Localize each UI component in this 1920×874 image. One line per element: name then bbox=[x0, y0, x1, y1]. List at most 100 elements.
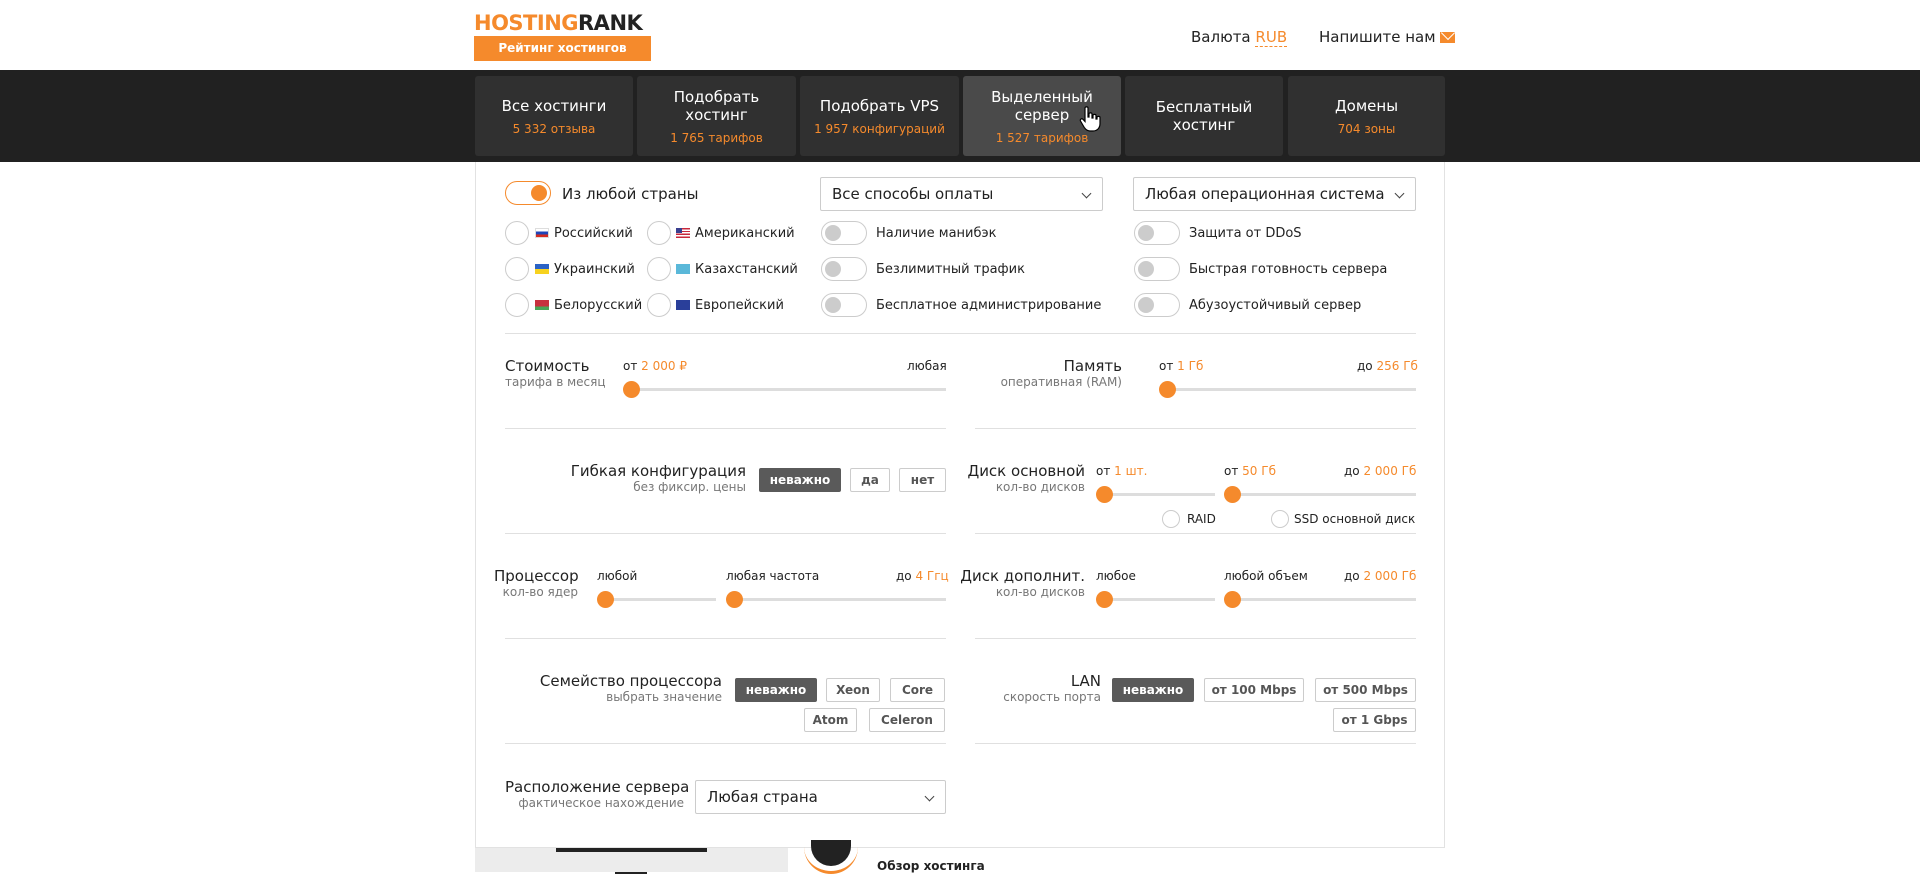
unlimited-traffic-toggle[interactable] bbox=[821, 257, 867, 281]
filter-panel: Из любой страны Все способы оплаты Любая… bbox=[475, 162, 1445, 848]
cpu-family-core[interactable]: Core bbox=[890, 678, 945, 702]
disk-main-size-thumb[interactable] bbox=[1224, 486, 1241, 503]
logo-tagline: Рейтинг хостингов bbox=[474, 36, 651, 61]
country-radio-kz[interactable] bbox=[647, 257, 671, 281]
country-label-kz: Казахстанский bbox=[676, 262, 798, 277]
review-link[interactable]: Обзор хостинга bbox=[877, 859, 985, 873]
country-radio-by[interactable] bbox=[505, 293, 529, 317]
cpu-to-text: до 4 Ггц bbox=[896, 569, 949, 583]
payment-method-select[interactable]: Все способы оплаты bbox=[820, 177, 1103, 211]
flex-option-any[interactable]: неважно bbox=[759, 468, 841, 492]
payment-method-value: Все способы оплаты bbox=[832, 185, 994, 203]
cpu-family-title: Семейство процессора bbox=[539, 672, 722, 690]
ssd-main-radio[interactable] bbox=[1271, 510, 1289, 528]
moneyback-toggle[interactable] bbox=[821, 221, 867, 245]
free-admin-label: Бесплатное администрирование bbox=[876, 298, 1102, 313]
location-select[interactable]: Любая страна bbox=[695, 780, 946, 814]
abuse-resistant-label: Абузоустойчивый сервер bbox=[1189, 298, 1362, 313]
tab-domains[interactable]: Домены 704 зоны bbox=[1288, 76, 1445, 156]
tab-pick-vps[interactable]: Подобрать VPS 1 957 конфигураций bbox=[800, 76, 959, 156]
tab-all-hostings[interactable]: Все хостинги 5 332 отзыва bbox=[475, 76, 633, 156]
disk-extra-size-track[interactable] bbox=[1232, 598, 1416, 601]
unlimited-traffic-label: Безлимитный трафик bbox=[876, 262, 1025, 277]
cpu-family-celeron[interactable]: Celeron bbox=[869, 708, 945, 732]
abuse-resistant-toggle[interactable] bbox=[1134, 293, 1180, 317]
country-radio-us[interactable] bbox=[647, 221, 671, 245]
country-label-us: Американский bbox=[676, 226, 795, 241]
free-admin-toggle[interactable] bbox=[821, 293, 867, 317]
os-select[interactable]: Любая операционная система bbox=[1133, 177, 1416, 211]
tab-subtitle: 5 332 отзыва bbox=[512, 121, 596, 136]
content-bar-peek bbox=[556, 848, 707, 852]
cost-slider-track[interactable] bbox=[631, 388, 946, 391]
tab-title: Подобрать хостинг bbox=[673, 87, 760, 124]
tab-subtitle: 1 527 тарифов bbox=[995, 130, 1089, 145]
belarus-flag-icon bbox=[535, 300, 549, 310]
disk-main-count-value: 1 шт. bbox=[1114, 464, 1148, 478]
disk-extra-to-text: до 2 000 Гб bbox=[1344, 569, 1416, 583]
raid-label: RAID bbox=[1187, 512, 1216, 526]
memory-slider-thumb[interactable] bbox=[1159, 381, 1176, 398]
logo[interactable]: HOSTINGRANK Рейтинг хостингов bbox=[474, 12, 652, 61]
cpu-family-xeon[interactable]: Xeon bbox=[826, 678, 880, 702]
country-radio-ua[interactable] bbox=[505, 257, 529, 281]
fast-setup-toggle[interactable] bbox=[1134, 257, 1180, 281]
flex-config-subtitle: без фиксир. цены bbox=[633, 480, 746, 494]
raid-radio[interactable] bbox=[1162, 510, 1180, 528]
flex-option-no[interactable]: нет bbox=[899, 468, 946, 492]
cpu-family-any[interactable]: неважно bbox=[735, 678, 817, 702]
cost-to-text: любая bbox=[907, 359, 947, 373]
any-country-toggle[interactable] bbox=[505, 181, 551, 205]
tab-free-hosting[interactable]: Бесплатный хостинг bbox=[1125, 76, 1283, 156]
from-prefix: от bbox=[623, 359, 638, 373]
cpu-freq-track[interactable] bbox=[734, 598, 946, 601]
flex-option-yes[interactable]: да bbox=[850, 468, 890, 492]
tab-pick-hosting[interactable]: Подобрать хостинг 1 765 тарифов bbox=[637, 76, 796, 156]
disk-main-to-text: до 2 000 Гб bbox=[1344, 464, 1416, 478]
currency-label: Валюта bbox=[1191, 28, 1251, 46]
country-text: Белорусский bbox=[554, 298, 643, 313]
divider bbox=[975, 428, 1416, 429]
tab-subtitle: 704 зоны bbox=[1337, 121, 1396, 136]
country-radio-eu[interactable] bbox=[647, 293, 671, 317]
lan-option-1g[interactable]: от 1 Gbps bbox=[1333, 708, 1416, 732]
lan-option-100[interactable]: от 100 Mbps bbox=[1204, 678, 1304, 702]
cost-slider-thumb[interactable] bbox=[623, 381, 640, 398]
memory-to-text: до 256 Гб bbox=[1357, 359, 1418, 373]
disk-extra-subtitle: кол-во дисков bbox=[995, 585, 1085, 599]
disk-main-count-track[interactable] bbox=[1104, 493, 1215, 496]
tab-dedicated-server[interactable]: Выделенный сервер 1 527 тарифов bbox=[963, 76, 1121, 156]
cost-subtitle: тарифа в месяц bbox=[505, 375, 606, 389]
memory-from-value: 1 Гб bbox=[1177, 359, 1204, 373]
cpu-cores-track[interactable] bbox=[605, 598, 716, 601]
eu-flag-icon bbox=[676, 300, 690, 310]
lan-option-500[interactable]: от 500 Mbps bbox=[1315, 678, 1416, 702]
disk-extra-title: Диск дополнит. bbox=[960, 567, 1085, 585]
chevron-down-icon bbox=[1394, 188, 1405, 199]
disk-main-size-track[interactable] bbox=[1232, 493, 1416, 496]
memory-slider-track[interactable] bbox=[1167, 388, 1416, 391]
disk-extra-count-track[interactable] bbox=[1104, 598, 1215, 601]
disk-main-count-thumb[interactable] bbox=[1096, 486, 1113, 503]
lan-option-any[interactable]: неважно bbox=[1112, 678, 1194, 702]
cpu-freq-thumb[interactable] bbox=[726, 591, 743, 608]
currency-value[interactable]: RUB bbox=[1255, 28, 1288, 47]
disk-extra-size-thumb[interactable] bbox=[1224, 591, 1241, 608]
ssd-main-label: SSD основной диск bbox=[1294, 512, 1416, 526]
cpu-cores-thumb[interactable] bbox=[597, 591, 614, 608]
location-title: Расположение сервера bbox=[505, 778, 690, 796]
country-radio-ru[interactable] bbox=[505, 221, 529, 245]
contact-link[interactable]: Напишите нам bbox=[1319, 28, 1455, 46]
divider bbox=[975, 638, 1416, 639]
ddos-protection-toggle[interactable] bbox=[1134, 221, 1180, 245]
disk-extra-to-value: 2 000 Гб bbox=[1363, 569, 1417, 583]
disk-extra-count-thumb[interactable] bbox=[1096, 591, 1113, 608]
disk-extra-count-text: любое bbox=[1096, 569, 1136, 583]
disk-main-size-text: от 50 Гб bbox=[1224, 464, 1276, 478]
cpu-subtitle: кол-во ядер bbox=[502, 585, 578, 599]
tab-subtitle: 1 765 тарифов bbox=[670, 130, 763, 145]
cpu-family-atom[interactable]: Atom bbox=[804, 708, 857, 732]
chevron-down-icon bbox=[924, 791, 935, 802]
envelope-icon bbox=[1439, 32, 1455, 43]
currency-switcher[interactable]: Валюта RUB bbox=[1191, 28, 1288, 47]
